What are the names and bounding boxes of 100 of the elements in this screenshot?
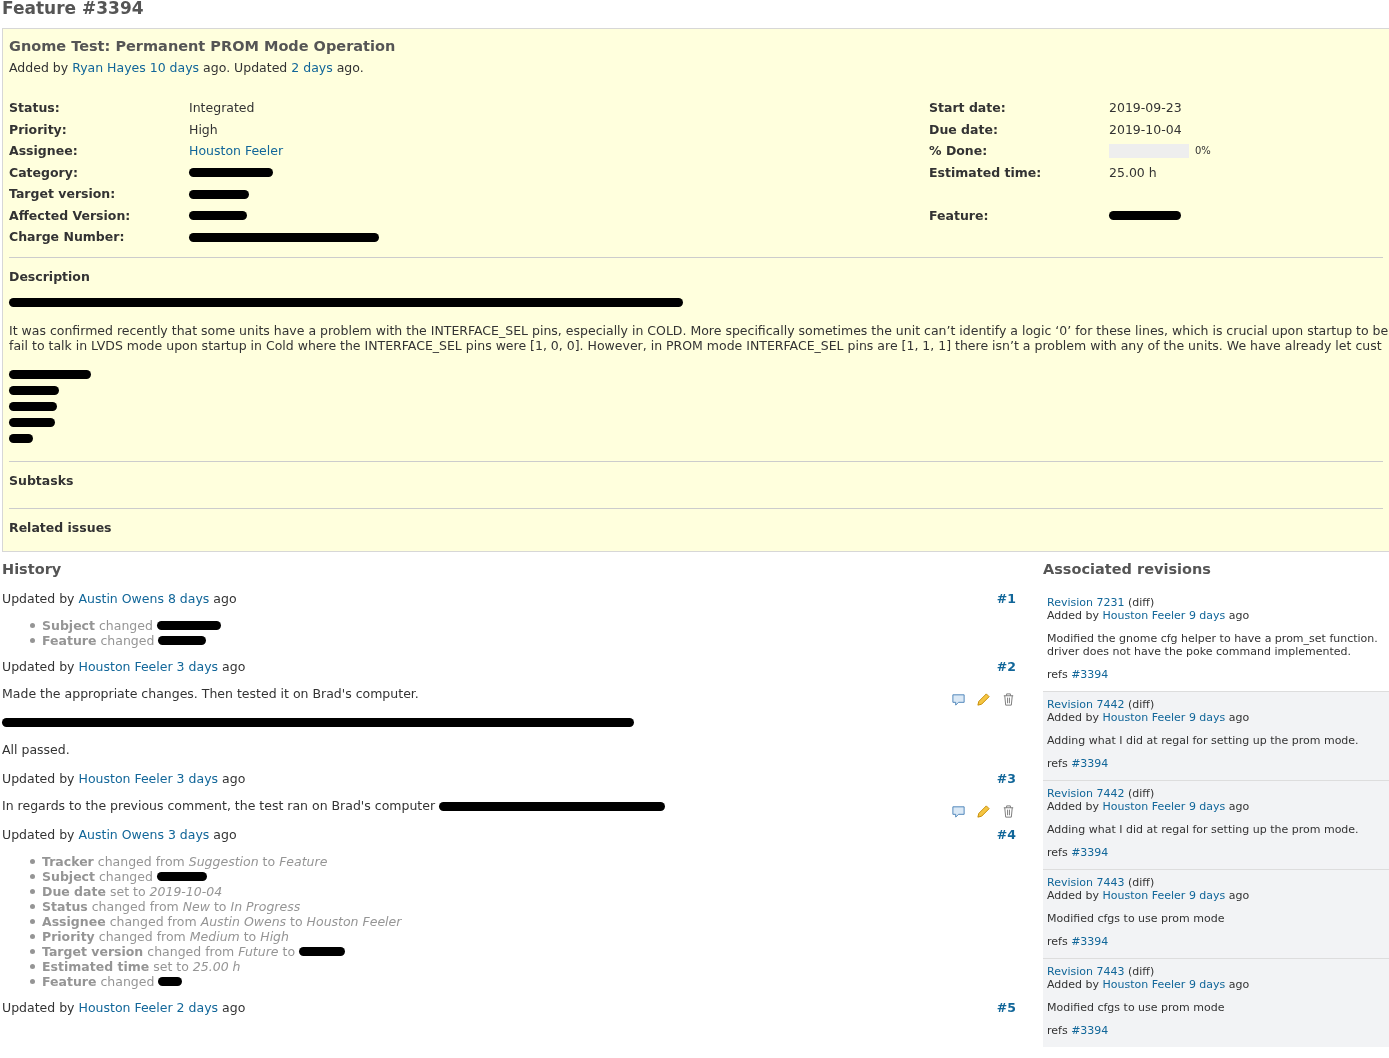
journal-byline: ago [213,590,237,606]
refs-link[interactable]: #3394 [1071,1023,1109,1037]
journal-note: Made the appropriate changes. Then tested it on Brad's computer. [2,685,419,702]
revision-link[interactable]: Revision 7443 [1047,964,1125,978]
diff-link[interactable]: (diff) [1127,875,1155,889]
journal-link[interactable]: Austin Owens [78,590,164,606]
journal-link[interactable]: 3 days [176,770,219,786]
revision-byline-link[interactable]: 9 days [1188,799,1226,813]
refs-text: refs [1047,1023,1068,1037]
refs-link[interactable]: #3394 [1071,667,1109,681]
refs-link[interactable]: #3394 [1071,756,1109,770]
revision-message: Adding what I did at regal for setting up the prom mode. [1047,733,1360,747]
meta-text: ago. Updated [203,60,288,75]
bullet-icon [30,918,35,924]
revision-byline-link[interactable]: Houston Feeler [1102,710,1186,724]
section-heading: Associated revisions [1043,559,1212,579]
bullet-icon [30,933,35,939]
assignee-link[interactable]: Houston Feeler [189,142,284,161]
journal-link[interactable]: 3 days [167,826,210,842]
journal-number-link[interactable]: #3 [996,769,1016,788]
attribute-label: Affected Version: [9,206,132,225]
journal-link[interactable]: Houston Feeler [78,658,173,674]
journal-link[interactable]: Houston Feeler [78,770,173,786]
redaction-mark [189,211,247,221]
refs-link[interactable]: #3394 [1071,845,1109,859]
section-heading: Subtasks [9,471,75,490]
revision-byline-link[interactable]: 9 days [1188,977,1226,991]
journal-link[interactable]: Houston Feeler [78,999,173,1015]
attribute-value: Integrated [189,99,255,118]
change-detail: Tracker changed from Suggestion to Feature [42,853,328,869]
refs-link[interactable]: #3394 [1071,934,1109,948]
bullet-icon [30,903,35,909]
redaction-mark [1109,211,1181,221]
revision-byline-link[interactable]: 9 days [1188,888,1226,902]
revision-byline: ago [1228,977,1250,991]
change-detail: Subject changed [42,617,153,633]
revision-link[interactable]: Revision 7443 [1047,875,1125,889]
attribute-label: Charge Number: [9,228,126,247]
attribute-value: 2019-10-04 [1109,120,1182,139]
edit-icon[interactable] [976,803,991,819]
change-detail: Assignee changed from Austin Owens to Houston Feeler [42,913,402,929]
revision-byline-link[interactable]: 9 days [1188,710,1226,724]
meta-link[interactable]: 10 days [149,60,200,75]
journal-byline: Updated by [2,658,75,674]
bullet-icon [30,978,35,984]
revision-link[interactable]: Revision 7231 [1047,595,1125,609]
revision-byline: Added by [1047,608,1100,622]
journal-byline: ago [222,999,246,1015]
journal-link[interactable]: Austin Owens [78,826,164,842]
journal-byline: ago [222,770,246,786]
journal-link[interactable]: 3 days [176,658,219,674]
revision-message: Modified cfgs to use prom mode [1047,911,1226,925]
revision-byline-link[interactable]: 9 days [1188,608,1226,622]
section-heading: History [2,559,63,579]
revision-byline-link[interactable]: Houston Feeler [1102,888,1186,902]
meta-link[interactable]: Ryan Hayes [72,60,146,75]
redaction-mark [156,871,207,881]
journal-link[interactable]: 8 days [167,590,210,606]
journal-number-link[interactable]: #2 [996,657,1016,676]
revision-byline-link[interactable]: Houston Feeler [1102,977,1186,991]
redaction-mark [156,620,221,630]
diff-link[interactable]: (diff) [1127,595,1155,609]
diff-link[interactable]: (diff) [1127,964,1155,978]
revision-byline: Added by [1047,977,1100,991]
meta-link[interactable]: 2 days [291,60,333,75]
redaction-mark [158,976,183,986]
revision-message: Modified the gnome cfg helper to have a prom_set function. driver does not have the poke command implemented. [1047,631,1379,658]
bullet-icon [30,963,35,969]
meta-text: Added by [9,60,69,75]
journal-number-link[interactable]: #1 [996,589,1016,608]
revision-byline: Added by [1047,710,1100,724]
journal-byline: Updated by [2,999,75,1015]
redaction-mark [189,189,249,199]
attribute-label: Target version: [9,185,117,204]
revision-byline-link[interactable]: Houston Feeler [1102,608,1186,622]
attribute-label: Priority: [9,120,68,139]
revision-byline: ago [1228,710,1250,724]
attribute-value: High [189,120,218,139]
journal-link[interactable]: 2 days [176,999,219,1015]
revision-link[interactable]: Revision 7442 [1047,786,1125,800]
comment-icon[interactable] [951,803,966,819]
revision-link[interactable]: Revision 7442 [1047,697,1125,711]
journal-number-link[interactable]: #5 [996,998,1016,1017]
change-detail: Priority changed from Medium to High [42,928,289,944]
change-detail: Target version changed from Future to [42,943,296,959]
redaction-mark [9,401,57,411]
comment-icon[interactable] [951,691,966,707]
diff-link[interactable]: (diff) [1127,786,1155,800]
refs-text: refs [1047,667,1068,681]
page-title: Feature #3394 [2,0,145,18]
change-detail: Due date set to 2019-10-04 [42,883,223,899]
journal-number-link[interactable]: #4 [996,825,1016,844]
revision-byline-link[interactable]: Houston Feeler [1102,799,1186,813]
journal-byline: Updated by [2,826,75,842]
diff-link[interactable]: (diff) [1127,697,1155,711]
attribute-label: Assignee: [9,142,79,161]
delete-icon[interactable] [1001,691,1016,707]
delete-icon[interactable] [1001,803,1016,819]
edit-icon[interactable] [976,691,991,707]
section-heading: Related issues [9,518,113,537]
